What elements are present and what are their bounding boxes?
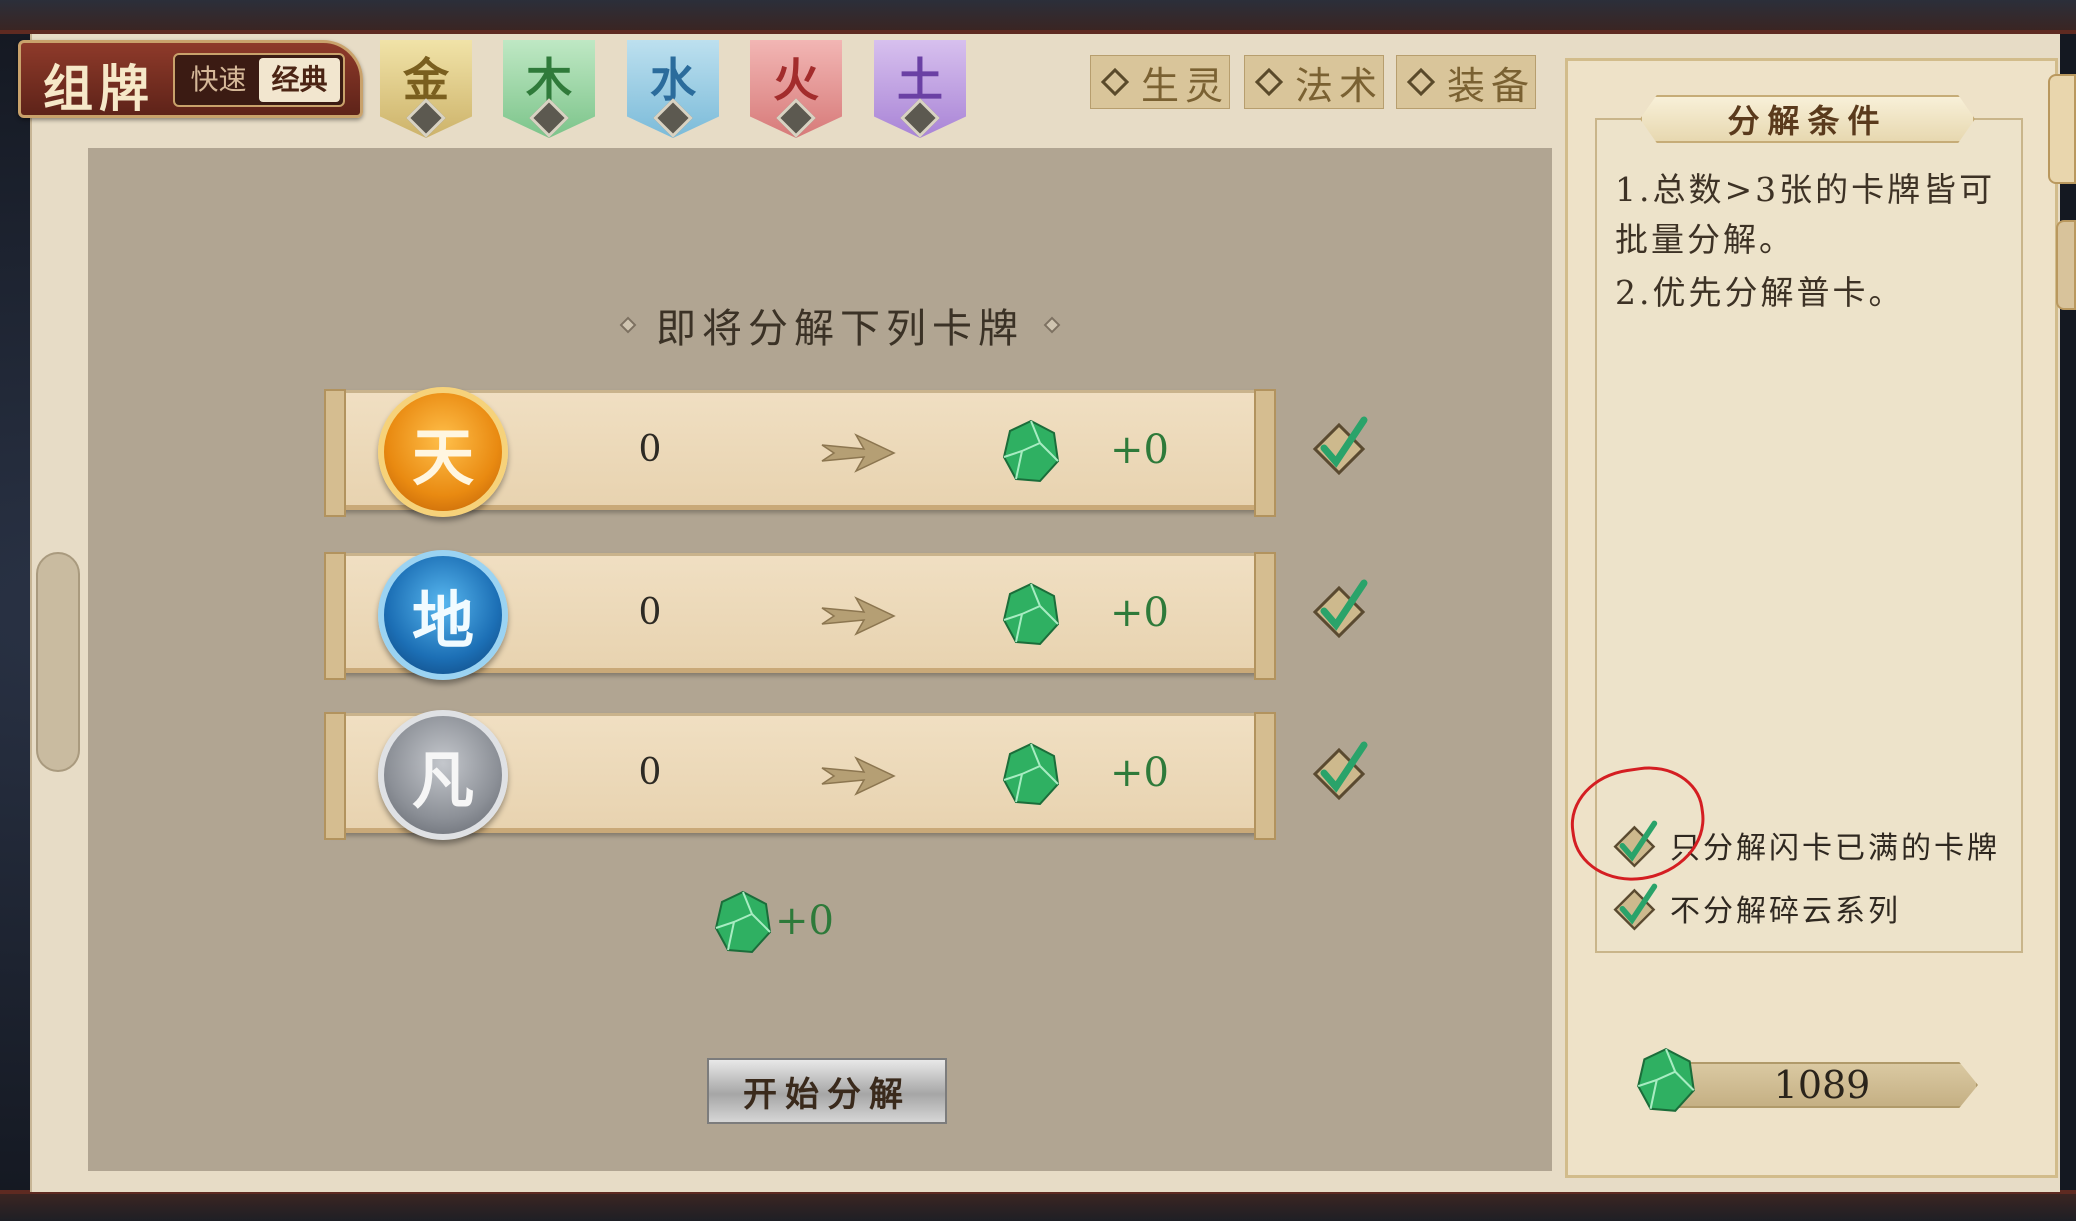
filter-equipment-label: 装备 bbox=[1447, 63, 1536, 108]
arrow-right-icon bbox=[821, 756, 896, 796]
diamond-icon bbox=[1406, 67, 1436, 97]
conversion-row-heaven: 天 0 +0 bbox=[324, 387, 1276, 517]
decompose-heading: 即将分解下列卡牌 bbox=[600, 295, 1080, 355]
rarity-earth-badge: 地 bbox=[378, 550, 508, 680]
filter-creature-button[interactable]: 生灵 bbox=[1090, 55, 1230, 109]
jade-gem-icon bbox=[1002, 582, 1060, 646]
gain-value: +0 bbox=[1110, 590, 1169, 636]
diamond-icon bbox=[619, 316, 637, 334]
filter-spell-button[interactable]: 法术 bbox=[1244, 55, 1384, 109]
option-label: 不分解碎云系列 bbox=[1670, 894, 1901, 929]
heading-text: 即将分解下列卡牌 bbox=[656, 306, 1024, 352]
rarity-heaven-badge: 天 bbox=[378, 387, 508, 517]
start-decompose-button[interactable]: 开始分解 bbox=[707, 1058, 947, 1124]
filter-creature-label: 生灵 bbox=[1141, 63, 1230, 108]
rule-text: 2.优先分解普卡。 bbox=[1615, 273, 1905, 312]
option-exclude-suiyun[interactable]: 不分解碎云系列 bbox=[1608, 880, 1901, 936]
jade-balance: 1089 bbox=[1666, 1062, 1978, 1108]
include-earth-checkbox[interactable] bbox=[1310, 575, 1372, 645]
gain-value: +0 bbox=[1110, 427, 1169, 473]
jade-gem-icon bbox=[1637, 1047, 1695, 1112]
side-tab[interactable] bbox=[2056, 220, 2076, 310]
rarity-common-badge: 凡 bbox=[378, 710, 508, 840]
conditions-title: 分解条件 bbox=[1640, 95, 1975, 143]
jade-gem-icon bbox=[714, 890, 772, 954]
card-count: 0 bbox=[638, 752, 662, 793]
close-tab[interactable] bbox=[2048, 74, 2076, 184]
card-count: 0 bbox=[638, 429, 662, 470]
conversion-row-earth: 地 0 +0 bbox=[324, 550, 1276, 680]
side-drawer-handle[interactable] bbox=[36, 552, 80, 772]
filter-equipment-button[interactable]: 装备 bbox=[1396, 55, 1536, 109]
include-common-checkbox[interactable] bbox=[1310, 737, 1372, 807]
jade-gem-icon bbox=[1002, 742, 1060, 806]
title-plate: 组牌 快速 经典 bbox=[18, 40, 363, 118]
gain-value: +0 bbox=[1110, 750, 1169, 796]
jade-gem-icon bbox=[1002, 419, 1060, 483]
include-heaven-checkbox[interactable] bbox=[1310, 412, 1372, 482]
mode-quick-button[interactable]: 快速 bbox=[178, 58, 259, 102]
rule-text: 1.总数>3张的卡牌皆可批量分解。 bbox=[1615, 170, 1996, 259]
mode-classic-button[interactable]: 经典 bbox=[259, 58, 340, 102]
page-title: 组牌 bbox=[43, 59, 155, 118]
diamond-icon bbox=[1043, 316, 1061, 334]
top-frame bbox=[0, 0, 2076, 34]
conversion-row-common: 凡 0 +0 bbox=[324, 710, 1276, 840]
total-gain-value: +0 bbox=[775, 898, 834, 944]
diamond-icon bbox=[1254, 67, 1284, 97]
mode-switch[interactable]: 快速 经典 bbox=[173, 53, 345, 107]
diamond-icon bbox=[1100, 67, 1130, 97]
filter-spell-label: 法术 bbox=[1295, 63, 1384, 108]
bottom-frame bbox=[0, 1190, 2076, 1221]
option-label: 只分解闪卡已满的卡牌 bbox=[1670, 831, 2000, 866]
arrow-right-icon bbox=[821, 433, 896, 473]
arrow-right-icon bbox=[821, 596, 896, 636]
exclude-suiyun-checkbox[interactable] bbox=[1608, 880, 1664, 936]
card-count: 0 bbox=[638, 592, 662, 633]
